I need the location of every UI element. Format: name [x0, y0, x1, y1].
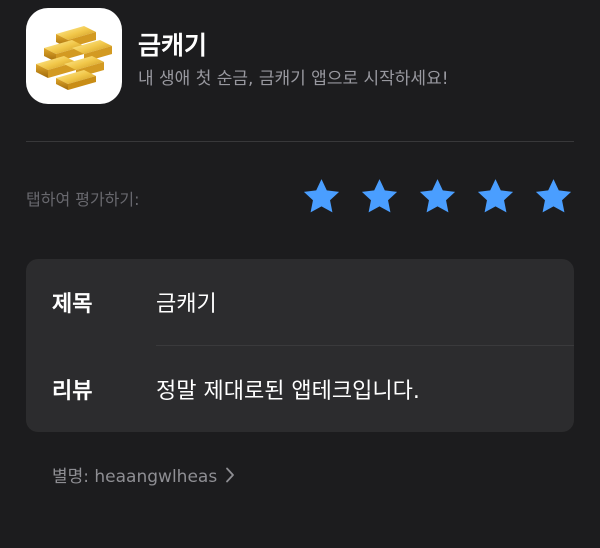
header-divider [26, 141, 574, 142]
star-rating[interactable] [301, 176, 574, 217]
nickname-text: 별명: heaangwlheas [52, 467, 218, 487]
nickname-link[interactable]: 별명: heaangwlheas [52, 462, 235, 487]
gold-bars-icon [26, 8, 122, 104]
rating-label: 탭하여 평가하기: [26, 190, 140, 209]
star-4-icon[interactable] [475, 176, 516, 217]
star-1-icon[interactable] [301, 176, 342, 217]
review-card: 제목 금캐기 리뷰 정말 제대로된 앱테크입니다. [26, 259, 574, 432]
title-label: 제목 [52, 292, 93, 317]
review-field[interactable]: 리뷰 정말 제대로된 앱테크입니다. [26, 346, 574, 432]
app-header: 금캐기 내 생애 첫 순금, 금캐기 앱으로 시작하세요! [26, 8, 580, 104]
star-2-icon[interactable] [359, 176, 400, 217]
star-3-icon[interactable] [417, 176, 458, 217]
star-5-icon[interactable] [533, 176, 574, 217]
app-subtitle: 내 생애 첫 순금, 금캐기 앱으로 시작하세요! [138, 69, 449, 89]
title-input[interactable]: 금캐기 [156, 286, 217, 318]
review-input[interactable]: 정말 제대로된 앱테크입니다. [156, 373, 420, 405]
review-compose-page: 금캐기 내 생애 첫 순금, 금캐기 앱으로 시작하세요! 탭하여 평가하기: [0, 0, 600, 548]
chevron-right-icon [225, 467, 235, 483]
title-field[interactable]: 제목 금캐기 [26, 259, 574, 345]
rating-row: 탭하여 평가하기: [26, 176, 574, 220]
app-name: 금캐기 [138, 31, 208, 60]
review-label: 리뷰 [52, 379, 93, 404]
